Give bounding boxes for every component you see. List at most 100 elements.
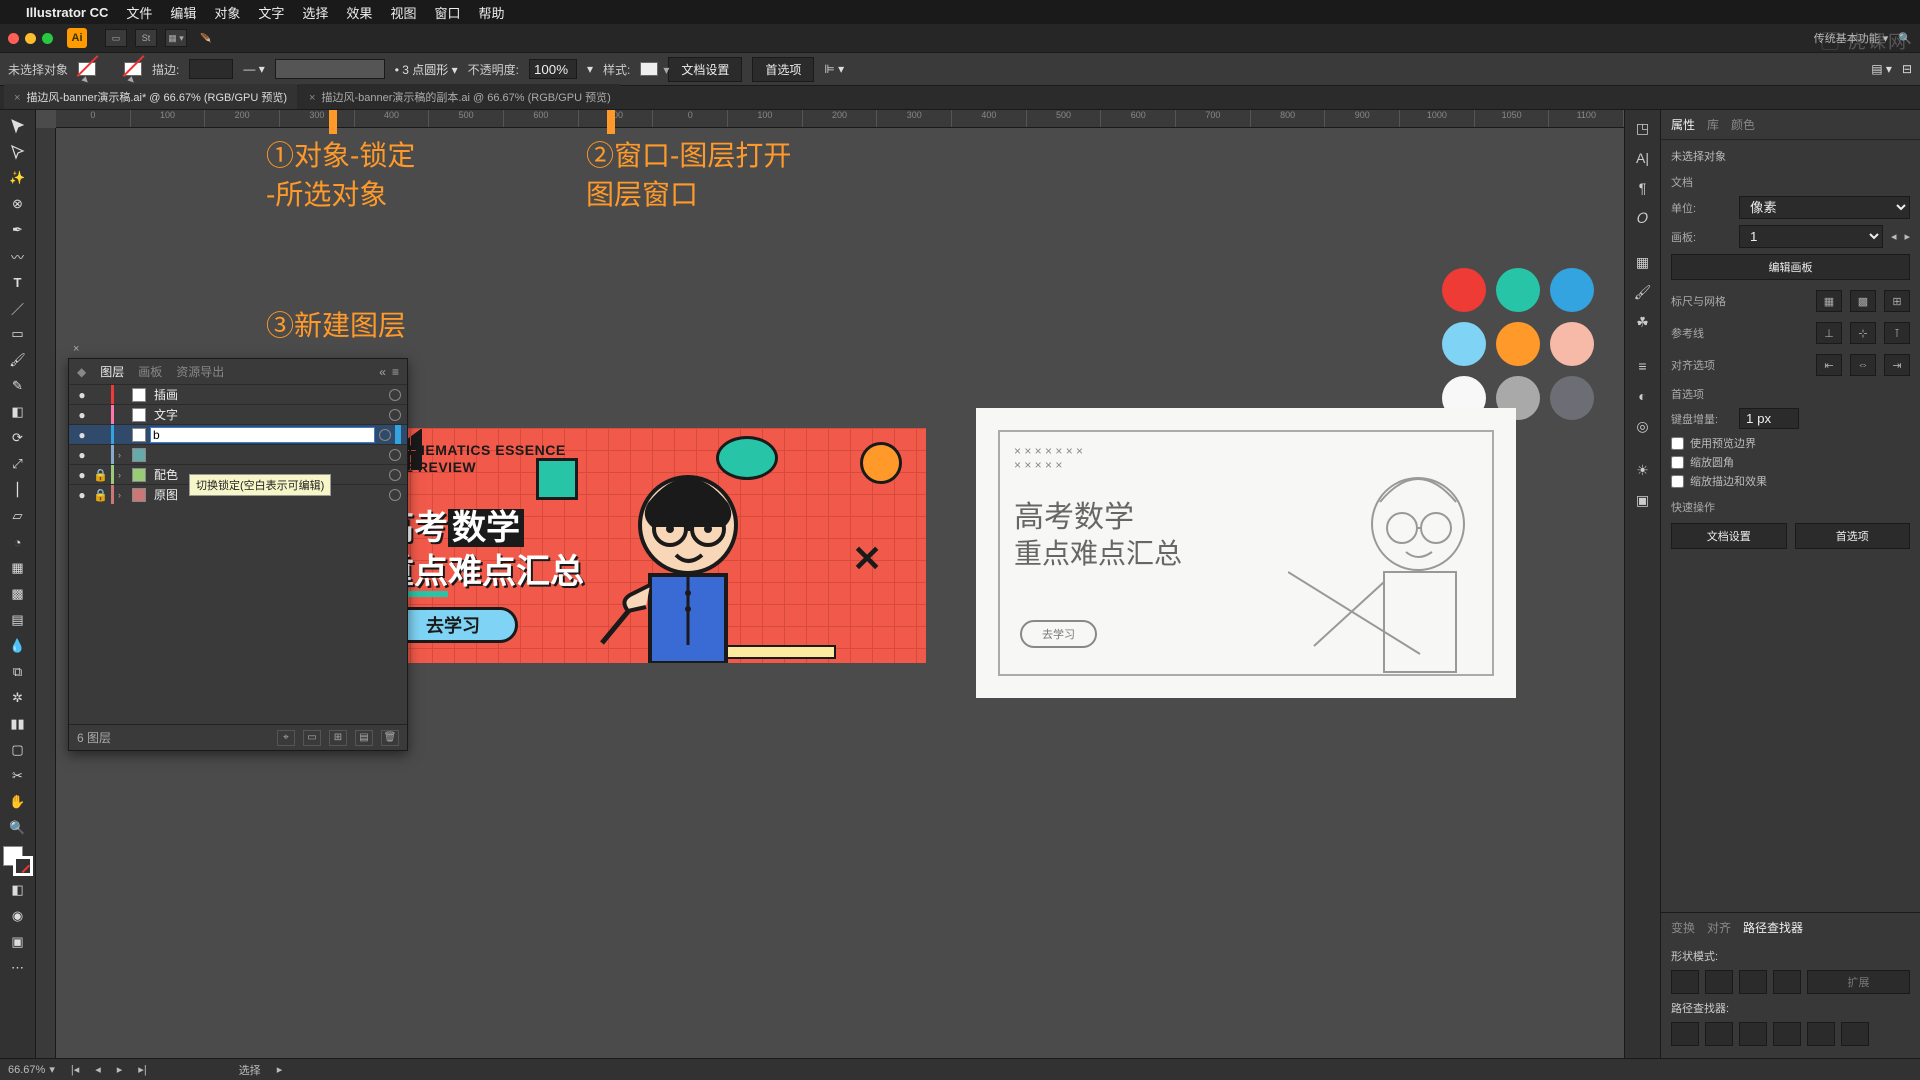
- eyedropper-tool[interactable]: 💧: [4, 634, 32, 658]
- fill-swatch[interactable]: [78, 62, 96, 76]
- draw-mode-icon[interactable]: ◉: [4, 904, 32, 928]
- prefs-button[interactable]: 首选项: [752, 57, 814, 82]
- width-tool[interactable]: ⎮: [4, 478, 32, 502]
- nav-first-icon[interactable]: |◂: [71, 1063, 79, 1076]
- character-icon[interactable]: A|: [1630, 146, 1656, 170]
- layer-row[interactable]: ● ›: [69, 444, 407, 464]
- align-center-icon[interactable]: ⇔: [1850, 354, 1876, 376]
- snap-icon[interactable]: ⊞: [1884, 290, 1910, 312]
- exclude-icon[interactable]: [1773, 970, 1801, 994]
- panel-menu-icon[interactable]: ≡: [392, 365, 399, 379]
- intersect-icon[interactable]: [1739, 970, 1767, 994]
- menu-select[interactable]: 选择: [302, 3, 328, 22]
- divide-icon[interactable]: [1671, 1022, 1699, 1046]
- chk-scale-corners[interactable]: 缩放圆角: [1671, 454, 1910, 470]
- eraser-tool[interactable]: ◧: [4, 400, 32, 424]
- artboard-select[interactable]: 1: [1739, 225, 1883, 248]
- target-icon[interactable]: [379, 429, 391, 441]
- brushes-icon[interactable]: 🖌: [1630, 280, 1656, 304]
- target-icon[interactable]: [389, 469, 401, 481]
- collapse-icon[interactable]: ⊟: [1902, 62, 1912, 76]
- paragraph-icon[interactable]: ¶: [1630, 176, 1656, 200]
- doc-setup-button[interactable]: 文档设置: [668, 57, 742, 82]
- layer-row[interactable]: ● 插画: [69, 384, 407, 404]
- symbol-sprayer-tool[interactable]: ✲: [4, 686, 32, 710]
- panel-collapse-icon[interactable]: «: [379, 365, 386, 379]
- direct-selection-tool[interactable]: [4, 140, 32, 164]
- rotate-tool[interactable]: ⟳: [4, 426, 32, 450]
- nav-prev-icon[interactable]: ◂: [95, 1063, 101, 1076]
- shaper-tool[interactable]: ✎: [4, 374, 32, 398]
- menu-view[interactable]: 视图: [390, 3, 416, 22]
- locate-layer-icon[interactable]: ⌖: [277, 730, 295, 746]
- free-transform-tool[interactable]: ▱: [4, 504, 32, 528]
- rectangle-tool[interactable]: ▭: [4, 322, 32, 346]
- stock-icon[interactable]: St: [135, 29, 157, 47]
- tab-transform[interactable]: 变换: [1671, 919, 1695, 936]
- color-mode-icon[interactable]: ◧: [4, 878, 32, 902]
- column-graph-tool[interactable]: ▮▮: [4, 712, 32, 736]
- merge-icon[interactable]: [1739, 1022, 1767, 1046]
- layers-panel[interactable]: × ◆ 图层 画板 资源导出 «≡ ● 插画 ● 文字 ●: [68, 358, 408, 751]
- crop-icon[interactable]: [1773, 1022, 1801, 1046]
- menu-window[interactable]: 窗口: [434, 3, 460, 22]
- unite-icon[interactable]: [1671, 970, 1699, 994]
- zoom-tool[interactable]: 🔍: [4, 816, 32, 840]
- gradient-panel-icon[interactable]: ◐: [1630, 384, 1656, 408]
- opentype-icon[interactable]: 𝑂: [1630, 206, 1656, 230]
- tab-asset-export[interactable]: 资源导出: [176, 363, 224, 380]
- lock-guides-icon[interactable]: ⊺: [1884, 322, 1910, 344]
- mesh-tool[interactable]: ▩: [4, 582, 32, 606]
- close-icon[interactable]: ×: [14, 92, 20, 104]
- curvature-tool[interactable]: 〰: [4, 244, 32, 268]
- paintbrush-tool[interactable]: 🖌: [4, 348, 32, 372]
- arrange-icon[interactable]: ▦ ▾: [165, 29, 187, 47]
- opacity-input[interactable]: [529, 59, 577, 79]
- unit-select[interactable]: 像素: [1739, 196, 1910, 219]
- appearance-icon[interactable]: ☀: [1630, 458, 1656, 482]
- nav-next-icon[interactable]: ▸: [117, 1063, 123, 1076]
- tab-align[interactable]: 对齐: [1707, 919, 1731, 936]
- artboard-tool[interactable]: ▢: [4, 738, 32, 762]
- menu-help[interactable]: 帮助: [478, 3, 504, 22]
- stroke-swatch[interactable]: [124, 62, 142, 76]
- target-icon[interactable]: [389, 489, 401, 501]
- panel-close-icon[interactable]: ×: [73, 343, 87, 357]
- menu-effect[interactable]: 效果: [346, 3, 372, 22]
- layer-name-input[interactable]: [150, 427, 375, 443]
- outline-icon[interactable]: [1807, 1022, 1835, 1046]
- tab-color[interactable]: 颜色: [1731, 116, 1755, 133]
- gradient-tool[interactable]: ▤: [4, 608, 32, 632]
- expand-icon[interactable]: ›: [118, 470, 128, 480]
- lasso-tool[interactable]: ⊗: [4, 192, 32, 216]
- smart-guides-icon[interactable]: ⊹: [1850, 322, 1876, 344]
- new-sublayer-icon[interactable]: ⊞: [329, 730, 347, 746]
- visibility-icon[interactable]: ●: [75, 468, 89, 482]
- type-tool[interactable]: T: [4, 270, 32, 294]
- stroke-profile-icon[interactable]: — ▾: [243, 62, 264, 76]
- gpu-icon[interactable]: 🪶: [195, 29, 217, 47]
- trim-icon[interactable]: [1705, 1022, 1733, 1046]
- minus-back-icon[interactable]: [1841, 1022, 1869, 1046]
- align-left-icon[interactable]: ⇤: [1816, 354, 1842, 376]
- doc-tab-1[interactable]: ×描边风-banner演示稿.ai* @ 66.67% (RGB/GPU 预览): [4, 84, 297, 109]
- expand-button[interactable]: 扩展: [1807, 970, 1910, 994]
- target-icon[interactable]: [389, 409, 401, 421]
- tab-artboards[interactable]: 画板: [138, 363, 162, 380]
- menu-type[interactable]: 文字: [258, 3, 284, 22]
- blend-tool[interactable]: ⧉: [4, 660, 32, 684]
- doc-tab-2[interactable]: ×描边风-banner演示稿的副本.ai @ 66.67% (RGB/GPU 预…: [299, 84, 621, 109]
- visibility-icon[interactable]: ●: [75, 428, 89, 442]
- edit-toolbar-icon[interactable]: ⋯: [4, 956, 32, 980]
- tab-pathfinder[interactable]: 路径查找器: [1743, 919, 1803, 936]
- menu-file[interactable]: 文件: [126, 3, 152, 22]
- key-increment-input[interactable]: [1739, 408, 1799, 429]
- close-icon[interactable]: [8, 33, 19, 44]
- lock-icon[interactable]: 🔒: [93, 488, 107, 502]
- menu-object[interactable]: 对象: [214, 3, 240, 22]
- delete-layer-icon[interactable]: 🗑: [381, 730, 399, 746]
- expand-icon[interactable]: ›: [118, 450, 128, 460]
- stroke-panel-icon[interactable]: ≡: [1630, 354, 1656, 378]
- chk-preview-bounds[interactable]: 使用预览边界: [1671, 435, 1910, 451]
- zoom-value[interactable]: 66.67%: [8, 1064, 45, 1076]
